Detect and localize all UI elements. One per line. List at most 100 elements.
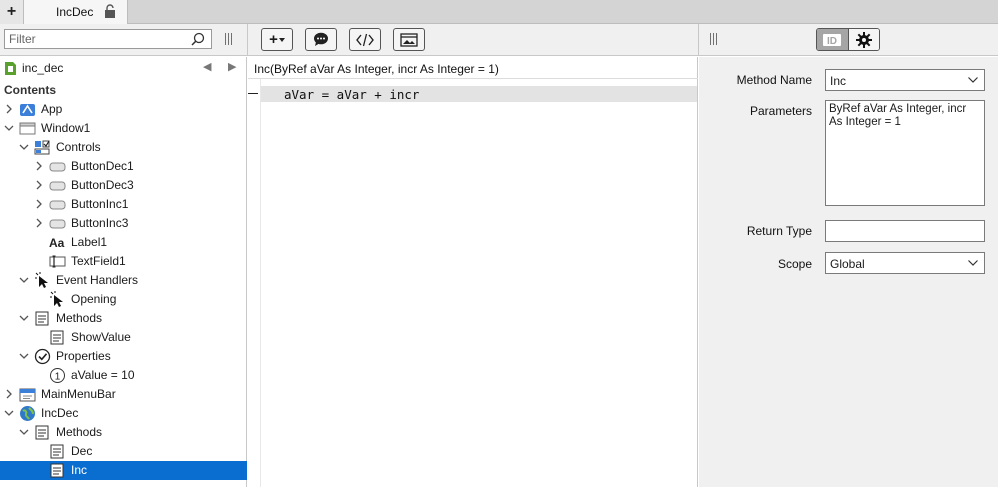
comment-button[interactable] xyxy=(305,28,337,51)
chevron-down-icon[interactable] xyxy=(19,275,29,285)
project-icon xyxy=(5,62,16,75)
tree-item[interactable]: App xyxy=(0,100,247,119)
search-icon xyxy=(191,32,205,46)
chevron-down-icon[interactable] xyxy=(4,408,14,418)
tree-item[interactable]: IncDec xyxy=(0,404,247,423)
tree-item-label: ButtonInc3 xyxy=(71,216,129,230)
code-editor: Inc(ByRef aVar As Integer, incr As Integ… xyxy=(248,57,698,487)
method-icon xyxy=(50,444,64,459)
filter-field[interactable] xyxy=(4,29,212,49)
tree-item-label: Opening xyxy=(71,292,117,306)
scope-select[interactable]: Global xyxy=(825,252,985,274)
chevron-down-icon[interactable] xyxy=(19,427,29,437)
gear-icon xyxy=(855,31,872,48)
parameters-field[interactable]: ByRef aVar As Integer, incr As Integer =… xyxy=(825,100,985,206)
unlock-icon[interactable] xyxy=(104,4,117,19)
code-text[interactable]: aVar = aVar + incr xyxy=(284,87,419,102)
chevron-down-icon[interactable] xyxy=(19,351,29,361)
code-button[interactable] xyxy=(349,28,381,51)
divider xyxy=(247,24,248,56)
tree-item[interactable]: Inc xyxy=(0,461,247,480)
tree-item[interactable]: Aa Label1 xyxy=(0,233,247,252)
chevron-down-icon[interactable] xyxy=(19,313,29,323)
button-control-icon xyxy=(49,219,66,229)
chevron-right-icon[interactable] xyxy=(34,199,44,209)
navigator-resize-grip[interactable] xyxy=(225,33,233,45)
tree-item[interactable]: ButtonDec1 xyxy=(0,157,247,176)
tree-item[interactable]: ButtonInc3 xyxy=(0,214,247,233)
chevron-down-icon xyxy=(278,37,285,42)
button-control-icon xyxy=(49,200,66,210)
tree-item-label: Methods xyxy=(56,311,103,325)
textfield-control-icon xyxy=(49,255,66,268)
forward-arrow-icon[interactable]: ▶ xyxy=(228,60,236,73)
toolbar: + xyxy=(0,24,998,56)
chevron-right-icon[interactable] xyxy=(34,218,44,228)
code-line[interactable]: aVar = aVar + incr xyxy=(261,86,697,102)
tree-item[interactable]: Window1 xyxy=(0,119,247,138)
tab-incdec[interactable]: IncDec xyxy=(24,0,128,24)
comment-icon xyxy=(314,32,328,46)
chevron-right-icon[interactable] xyxy=(34,161,44,171)
add-item-button[interactable]: + xyxy=(261,28,293,51)
settings-tab[interactable] xyxy=(847,29,879,50)
method-name-combo[interactable]: Inc xyxy=(825,69,985,91)
id-tab[interactable]: ID xyxy=(817,29,848,50)
window-icon xyxy=(19,122,36,135)
return-type-field[interactable] xyxy=(825,220,985,242)
tree-item-label: TextField1 xyxy=(71,254,126,268)
tree-item[interactable]: Opening xyxy=(0,290,247,309)
tree-item-label: Window1 xyxy=(41,121,91,135)
chevron-down-icon[interactable] xyxy=(968,77,978,83)
filter-input[interactable] xyxy=(5,30,185,48)
new-tab-button[interactable]: + xyxy=(0,0,24,24)
tree-item[interactable]: 1 aValue = 10 xyxy=(0,366,247,385)
button-control-icon xyxy=(49,162,66,172)
scope-value[interactable]: Global xyxy=(830,257,865,271)
tree-item[interactable]: Methods xyxy=(0,309,247,328)
project-name: inc_dec xyxy=(22,61,64,75)
tree-item-label: Event Handlers xyxy=(56,273,139,287)
inspector-resize-grip[interactable] xyxy=(710,33,718,45)
property-icon: 1 xyxy=(50,368,65,383)
ide-window: + IncDec + xyxy=(0,0,998,487)
chevron-down-icon[interactable] xyxy=(4,123,14,133)
tree-item[interactable]: Event Handlers xyxy=(0,271,247,290)
chevron-right-icon[interactable] xyxy=(34,180,44,190)
label-control-icon: Aa xyxy=(49,236,65,250)
back-arrow-icon[interactable]: ◀ xyxy=(203,60,211,73)
svg-text:Aa: Aa xyxy=(49,236,65,250)
tree-item-label: IncDec xyxy=(41,406,79,420)
event-icon xyxy=(50,291,63,307)
chevron-down-icon[interactable] xyxy=(19,142,29,152)
method-name-value[interactable]: Inc xyxy=(830,74,846,88)
tree-item[interactable]: Dec xyxy=(0,442,247,461)
tree-item-label: Methods xyxy=(56,425,103,439)
chevron-down-icon[interactable] xyxy=(968,260,978,266)
tree-item[interactable]: TextField1 xyxy=(0,252,247,271)
inspector-panel: Method Name Inc Parameters ByRef aVar As… xyxy=(699,57,998,487)
chevron-right-icon[interactable] xyxy=(4,389,14,399)
chevron-right-icon[interactable] xyxy=(4,104,14,114)
tree-item[interactable]: Controls xyxy=(0,138,247,157)
inspector-mode-toggle: ID xyxy=(816,28,880,51)
tree-item-label: Dec xyxy=(71,444,93,458)
layout-button[interactable] xyxy=(393,28,425,51)
gutter xyxy=(260,79,261,487)
tree-item[interactable]: ButtonInc1 xyxy=(0,195,247,214)
line-marker xyxy=(248,93,258,94)
divider xyxy=(248,78,698,79)
tree-item[interactable]: ButtonDec3 xyxy=(0,176,247,195)
methods-icon xyxy=(35,311,49,326)
tree-item[interactable]: MainMenuBar xyxy=(0,385,247,404)
method-name-label: Method Name xyxy=(736,73,812,87)
event-handlers-icon xyxy=(35,272,48,288)
tree-item[interactable]: Methods xyxy=(0,423,247,442)
scope-label: Scope xyxy=(777,257,812,271)
button-control-icon xyxy=(49,181,66,191)
tree-item[interactable]: ShowValue xyxy=(0,328,247,347)
navigator-panel: inc_dec ◀ ▶ Contents App Window1 Controls B… xyxy=(0,57,247,487)
tree-item[interactable]: Properties xyxy=(0,347,247,366)
navigator-header: inc_dec ◀ ▶ xyxy=(0,57,247,79)
add-label: + xyxy=(269,31,278,48)
